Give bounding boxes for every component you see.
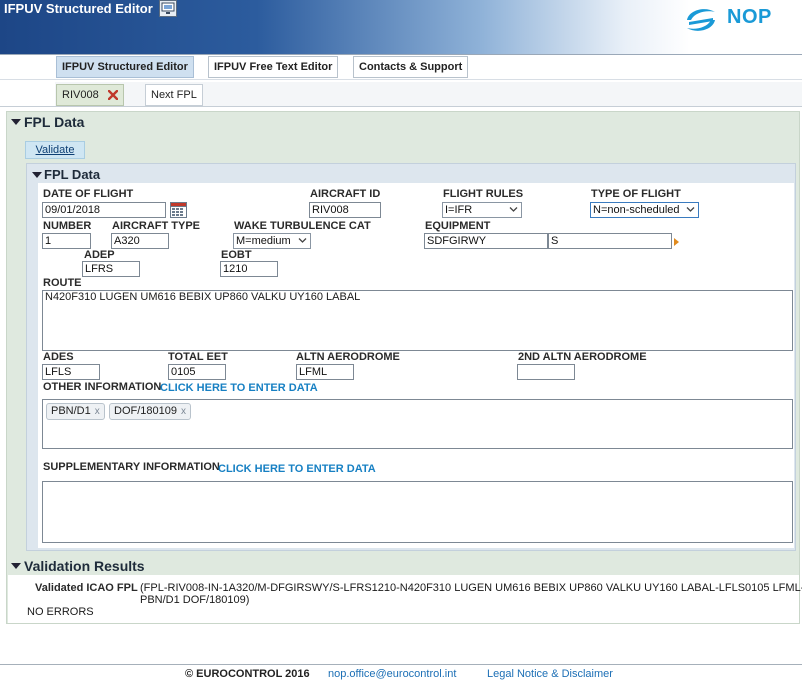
aircraft-id-input[interactable]: RIV008 [309, 202, 381, 218]
altn-aerodrome-label: ALTN AERODROME [296, 351, 400, 363]
fpl-tab-label: RIV008 [62, 89, 99, 101]
footer-legal-link[interactable]: Legal Notice & Disclaimer [487, 668, 613, 680]
flight-rules-label: FLIGHT RULES [443, 188, 524, 200]
other-info-enter-link[interactable]: CLICK HERE TO ENTER DATA [160, 382, 318, 394]
validated-icao-line-2: PBN/D1 DOF/180109) [140, 594, 250, 606]
chip-dof: DOF/180109 x [109, 403, 191, 420]
flight-rules-value: I=IFR [445, 204, 473, 216]
fpl-data-title: FPL Data [24, 114, 85, 130]
flight-rules-select[interactable]: I=IFR [442, 202, 522, 218]
app-title: IFPUV Structured Editor [4, 1, 153, 16]
footer-copyright: © EUROCONTROL 2016 [185, 668, 310, 680]
eobt-input[interactable]: 1210 [220, 261, 278, 277]
tab-structured-editor[interactable]: IFPUV Structured Editor [56, 56, 194, 78]
other-info-label: OTHER INFORMATION [43, 381, 162, 393]
fpl-tab-next-fpl[interactable]: Next FPL [145, 84, 203, 106]
chip-label: PBN/D1 [51, 405, 91, 417]
number-input[interactable]: 1 [42, 233, 91, 249]
chevron-down-icon [509, 207, 518, 212]
date-of-flight-input[interactable]: 09/01/2018 [42, 202, 166, 218]
nop-logo-icon [683, 4, 719, 36]
type-of-flight-label: TYPE OF FLIGHT [591, 188, 681, 200]
total-eet-input[interactable]: 0105 [168, 364, 226, 380]
footer-email-link[interactable]: nop.office@eurocontrol.int [328, 668, 456, 680]
wake-turbulence-value: M=medium [236, 235, 291, 247]
tab-row-divider [0, 79, 802, 80]
type-of-flight-value: N=non-scheduled [593, 204, 680, 216]
validation-results-title: Validation Results [24, 558, 145, 574]
total-eet-label: TOTAL EET [168, 351, 228, 363]
aircraft-id-label: AIRCRAFT ID [310, 188, 381, 200]
adep-label: ADEP [84, 249, 115, 261]
supplementary-info-box[interactable] [42, 481, 793, 543]
altn-aerodrome-input[interactable]: LFML [296, 364, 354, 380]
eobt-label: EOBT [221, 249, 252, 261]
wake-turbulence-select[interactable]: M=medium [233, 233, 311, 249]
validation-status: NO ERRORS [27, 606, 94, 618]
aircraft-type-label: AIRCRAFT TYPE [112, 220, 200, 232]
chevron-down-icon [298, 238, 307, 243]
chevron-down-icon [686, 207, 695, 212]
collapse-fpl-data-icon[interactable] [11, 119, 21, 125]
supplementary-info-enter-link[interactable]: CLICK HERE TO ENTER DATA [218, 463, 376, 475]
monitor-icon[interactable] [159, 0, 177, 17]
tab-strip-divider [0, 106, 802, 107]
chip-remove-icon[interactable]: x [181, 406, 186, 417]
altn2-aerodrome-input[interactable] [517, 364, 575, 380]
number-label: NUMBER [43, 220, 92, 232]
equipment-input-1[interactable]: SDFGIRWY [424, 233, 548, 249]
tab-contacts-support[interactable]: Contacts & Support [353, 56, 469, 78]
type-of-flight-select[interactable]: N=non-scheduled [590, 202, 699, 218]
wake-turbulence-label: WAKE TURBULENCE CAT [234, 220, 371, 232]
calendar-icon[interactable] [170, 201, 187, 218]
validate-button[interactable]: Validate [25, 141, 85, 159]
supplementary-info-label: SUPPLEMENTARY INFORMATION [43, 461, 220, 473]
equipment-label: EQUIPMENT [425, 220, 491, 232]
nop-logo-text: NOP [727, 6, 772, 28]
expand-arrow-icon[interactable] [674, 237, 679, 249]
chip-remove-icon[interactable]: x [95, 406, 100, 417]
date-of-flight-label: DATE OF FLIGHT [43, 188, 134, 200]
altn2-aerodrome-label: 2ND ALTN AERODROME [518, 351, 647, 363]
aircraft-type-input[interactable]: A320 [111, 233, 169, 249]
equipment-input-2[interactable]: S [548, 233, 672, 249]
close-tab-icon[interactable] [107, 89, 119, 101]
ades-label: ADES [43, 351, 74, 363]
validated-icao-line-1: (FPL-RIV008-IN-1A320/M-DFGIRSWY/S-LFRS12… [140, 582, 802, 594]
ades-input[interactable]: LFLS [42, 364, 100, 380]
collapse-validation-icon[interactable] [11, 563, 21, 569]
chip-label: DOF/180109 [114, 405, 177, 417]
adep-input[interactable]: LFRS [82, 261, 140, 277]
route-label: ROUTE [43, 277, 82, 289]
validate-label: Validate [35, 144, 75, 156]
validated-icao-label: Validated ICAO FPL [35, 582, 138, 594]
route-textarea[interactable]: N420F310 LUGEN UM616 BEBIX UP860 VALKU U… [42, 290, 793, 351]
footer-divider [0, 664, 802, 665]
header-divider [0, 54, 802, 55]
tab-free-text-editor[interactable]: IFPUV Free Text Editor [208, 56, 339, 78]
inner-fpl-data-title: FPL Data [44, 167, 101, 182]
collapse-inner-fpl-data-icon[interactable] [32, 172, 42, 178]
chip-pbn: PBN/D1 x [46, 403, 105, 420]
